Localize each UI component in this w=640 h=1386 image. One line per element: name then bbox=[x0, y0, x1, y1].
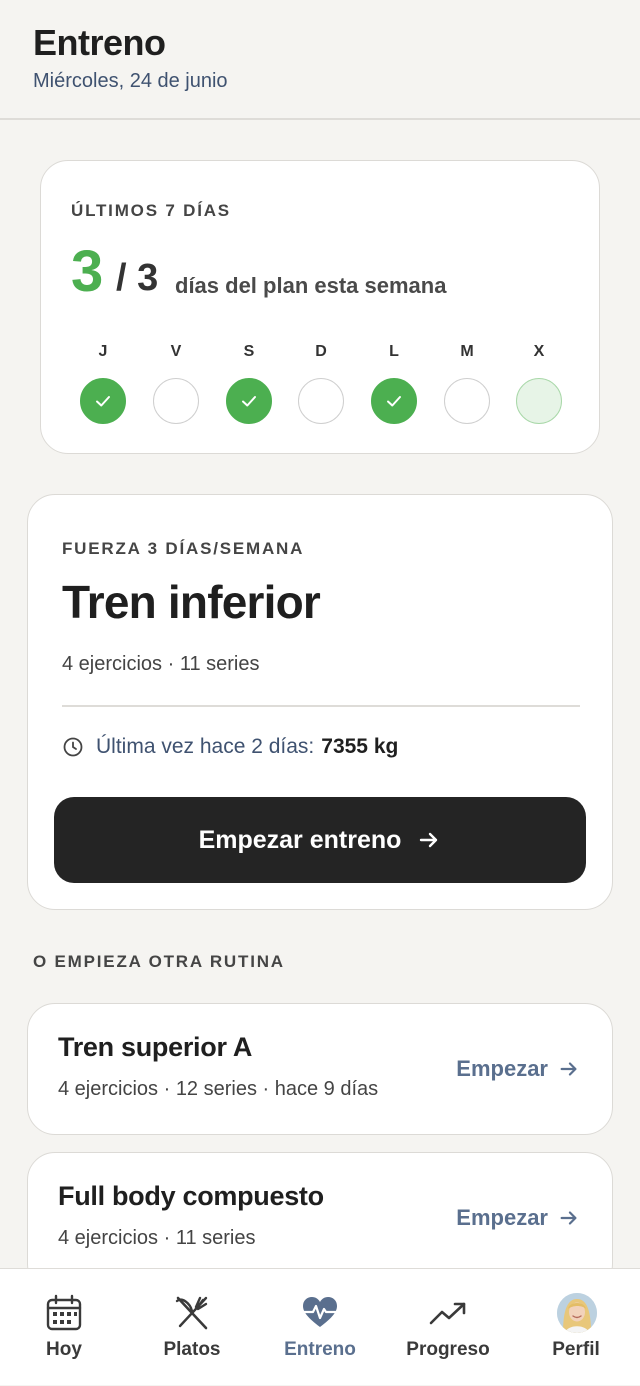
last-session-weight: 7355 kg bbox=[321, 735, 399, 758]
start-workout-label: Empezar entreno bbox=[198, 825, 402, 854]
day-sunday[interactable]: D bbox=[297, 341, 345, 424]
day-letter: M bbox=[460, 343, 474, 360]
routine-meta: 4 ejercicios · 11 series bbox=[58, 1227, 256, 1249]
clock-icon bbox=[63, 737, 83, 757]
last-session-text: Última vez hace 2 días: bbox=[96, 735, 315, 758]
day-letter: D bbox=[315, 343, 327, 360]
avatar bbox=[557, 1293, 597, 1333]
nav-item-platos[interactable]: Platos bbox=[128, 1269, 256, 1386]
last-session-info: Última vez hace 2 días: 7355 kg bbox=[62, 735, 398, 759]
day-status-today bbox=[516, 378, 562, 424]
start-routine-label: Empezar bbox=[456, 1205, 548, 1230]
start-routine-button[interactable]: Empezar bbox=[456, 1056, 580, 1082]
routine-name: Tren superior A bbox=[58, 1032, 253, 1062]
other-routines-label: O EMPIEZA OTRA RUTINA bbox=[33, 952, 285, 971]
page-title: Entreno bbox=[33, 22, 166, 63]
day-friday[interactable]: V bbox=[152, 341, 200, 424]
day-letter: S bbox=[243, 343, 255, 360]
page-date: Miércoles, 24 de junio bbox=[33, 70, 228, 92]
days-done-count: 3 bbox=[71, 239, 104, 304]
calendar-icon bbox=[46, 1294, 82, 1331]
start-routine-label: Empezar bbox=[456, 1056, 548, 1081]
weekly-progress-card: ÚLTIMOS 7 DÍAS 3 / 3 días del plan esta … bbox=[40, 160, 600, 454]
utensils-icon bbox=[175, 1296, 208, 1330]
routine-meta: 4 ejercicios · 11 series bbox=[62, 653, 260, 675]
bottom-nav: Hoy Platos Entreno Progreso Perfil bbox=[0, 1268, 640, 1385]
day-thursday[interactable]: J bbox=[79, 341, 127, 424]
days-total-count: / 3 bbox=[116, 257, 159, 299]
nav-item-progreso[interactable]: Progreso bbox=[384, 1269, 512, 1386]
weekly-label: ÚLTIMOS 7 DÍAS bbox=[71, 201, 231, 220]
arrow-right-icon bbox=[560, 1211, 577, 1225]
day-saturday[interactable]: S bbox=[225, 341, 273, 424]
arrow-right-icon bbox=[560, 1062, 577, 1076]
week-days-row: J V S D L M X bbox=[79, 341, 563, 431]
day-status-empty bbox=[153, 378, 199, 424]
heart-pulse-icon bbox=[302, 1297, 338, 1327]
day-wednesday[interactable]: X bbox=[515, 341, 563, 424]
day-letter: L bbox=[389, 343, 399, 360]
routine-name: Full body compuesto bbox=[58, 1181, 324, 1211]
start-routine-button[interactable]: Empezar bbox=[456, 1205, 580, 1231]
day-status-empty bbox=[444, 378, 490, 424]
day-status-done bbox=[371, 378, 417, 424]
nav-label: Perfil bbox=[552, 1339, 600, 1360]
check-icon bbox=[96, 396, 110, 407]
arrow-right-icon bbox=[420, 832, 438, 848]
check-icon bbox=[242, 396, 256, 407]
nav-item-perfil[interactable]: Perfil bbox=[512, 1269, 640, 1386]
day-letter: J bbox=[98, 343, 108, 360]
nav-label: Platos bbox=[163, 1339, 221, 1360]
day-status-done bbox=[80, 378, 126, 424]
nav-item-entreno[interactable]: Entreno bbox=[256, 1269, 384, 1386]
day-monday[interactable]: L bbox=[370, 341, 418, 424]
trend-up-icon bbox=[429, 1302, 466, 1325]
header: Entreno Miércoles, 24 de junio bbox=[0, 0, 640, 120]
routine-meta: 4 ejercicios · 12 series · hace 9 días bbox=[58, 1078, 379, 1100]
nav-label: Entreno bbox=[284, 1339, 356, 1360]
featured-routine-card: FUERZA 3 DÍAS/SEMANA Tren inferior 4 eje… bbox=[27, 494, 613, 910]
start-workout-button[interactable]: Empezar entreno bbox=[54, 797, 586, 883]
day-letter: X bbox=[533, 343, 545, 360]
plan-label: FUERZA 3 DÍAS/SEMANA bbox=[62, 539, 305, 558]
routine-title: Tren inferior bbox=[62, 576, 321, 628]
routine-card[interactable]: Tren superior A 4 ejercicios · 12 series… bbox=[27, 1003, 613, 1135]
plan-days-text: días del plan esta semana bbox=[175, 273, 447, 298]
nav-label: Hoy bbox=[46, 1339, 82, 1360]
day-status-done bbox=[226, 378, 272, 424]
check-icon bbox=[387, 396, 401, 407]
day-tuesday[interactable]: M bbox=[443, 341, 491, 424]
day-letter: V bbox=[170, 343, 182, 360]
nav-item-hoy[interactable]: Hoy bbox=[0, 1269, 128, 1386]
divider bbox=[62, 705, 580, 707]
nav-label: Progreso bbox=[406, 1339, 490, 1360]
day-status-empty bbox=[298, 378, 344, 424]
